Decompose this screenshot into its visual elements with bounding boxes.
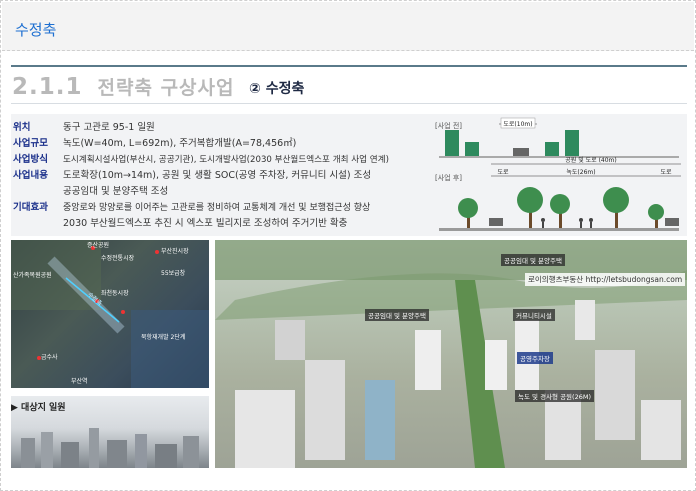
site-map: 증산공원 부산진시장 수정전통시장 55보급창 산가족복원공원 수정축 좌천동시… — [11, 240, 209, 388]
tree — [603, 187, 629, 213]
map-label: 55보급창 — [161, 270, 186, 277]
map-marker — [155, 250, 159, 254]
page-header: 수정축 — [2, 2, 694, 51]
road-before-label: 도로(10m) — [503, 121, 532, 128]
building-before — [445, 130, 459, 156]
car-after — [489, 218, 503, 226]
road-section-diagram: [사업 전] 도로(10m) [사업 후] 공원 및 도로 (40m) 도로 녹… — [431, 114, 687, 236]
city-skyline — [21, 428, 199, 468]
info-value: 동구 고관로 95-1 일원 — [63, 122, 155, 133]
page-title: 수정축 — [15, 21, 57, 39]
map-label: 부산진시장 — [161, 248, 189, 255]
road-right-label: 도로 — [660, 169, 672, 176]
info-value: 도시계획시설사업(부산시, 공공기관), 도시개발사업(2030 부산월드엑스포… — [63, 155, 389, 165]
render-tag: 공공임대 및 분양주택 — [501, 254, 565, 266]
before-label: [사업 전] — [435, 121, 462, 130]
map-marker — [121, 310, 125, 314]
info-label: 사업방식 — [13, 154, 48, 165]
pedestrian — [542, 222, 544, 228]
section-subtitle: ② 수정축 — [249, 81, 305, 97]
info-value: 녹도(W=40m, L=692m), 주거복합개발(A=78,456㎡) — [63, 138, 297, 149]
info-value: 2030 부산월드엑스포 추진 시 엑스포 빌리지로 조성하여 주거기반 확충 — [63, 218, 348, 229]
pedestrian — [590, 222, 592, 228]
content-area: 2.1.1 전략축 구상사업 ② 수정축 위치 동구 고관로 95-1 일원 사업… — [6, 56, 690, 486]
tree — [648, 204, 664, 220]
building-before — [545, 142, 559, 156]
park-road-label: 공원 및 도로 (40m) — [565, 156, 616, 164]
map-label: 증산공원 — [87, 242, 110, 249]
page-frame: 수정축 2.1.1 전략축 구상사업 ② 수정축 위치 동구 고관로 95-1 일… — [0, 0, 696, 491]
info-row-location: 위치 동구 고관로 95-1 일원 — [11, 120, 431, 136]
road-left-label: 도로 — [497, 169, 509, 176]
ground-before — [439, 156, 679, 158]
map-label: 좌천동시장 — [101, 290, 129, 297]
info-label: 사업내용 — [13, 170, 48, 181]
info-row-effect: 기대효과 중앙로와 망양로를 이어주는 고관로를 정비하여 교통체계 개선 및 보… — [11, 200, 431, 216]
info-row-method: 사업방식 도시계획시설사업(부산시, 공공기관), 도시개발사업(2030 부산월… — [11, 152, 431, 168]
info-value: 도로확장(10m→14m), 공원 및 생활 SOC(공영 주차장, 커뮤니티 … — [63, 170, 372, 181]
info-value: 공공임대 및 분양주택 조성 — [63, 186, 169, 197]
info-value: 중앙로와 망양로를 이어주는 고관로를 정비하여 교통체계 개선 및 보행접근성… — [63, 203, 371, 213]
site-photo: ▶ 대상지 일원 — [11, 396, 209, 468]
map-label: 수정전통시장 — [101, 255, 135, 262]
tree — [550, 194, 570, 214]
info-row-effect-2: 2030 부산월드엑스포 추진 시 엑스포 빌리지로 조성하여 주거기반 확충 — [11, 216, 431, 232]
render-tag: 공영주차장 — [517, 352, 553, 364]
tree — [458, 198, 478, 218]
project-info-table: 위치 동구 고관로 95-1 일원 사업규모 녹도(W=40m, L=692m), … — [11, 114, 431, 236]
after-label: [사업 후] — [435, 173, 462, 182]
pedestrian — [580, 222, 582, 228]
render-tag: 공공임대 및 분양주택 — [365, 309, 429, 321]
info-label: 위치 — [13, 122, 31, 133]
map-label: 부산역 — [71, 378, 88, 385]
map-label: 금수사 — [41, 354, 58, 361]
section-name: 전략축 구상사업 — [97, 77, 235, 99]
ground-after — [439, 228, 679, 231]
car-before — [513, 148, 529, 156]
info-row-scale: 사업규모 녹도(W=40m, L=692m), 주거복합개발(A=78,456㎡) — [11, 136, 431, 152]
info-label: 사업규모 — [13, 138, 48, 149]
info-label: 기대효과 — [13, 202, 48, 213]
car-after — [665, 218, 679, 226]
building-before — [565, 130, 579, 156]
glass-tower — [365, 380, 395, 460]
tree — [517, 187, 543, 213]
info-row-content: 사업내용 도로확장(10m→14m), 공원 및 생활 SOC(공영 주차장, 커… — [11, 168, 431, 184]
section-number: 2.1.1 — [12, 74, 83, 100]
info-row-content-2: 공공임대 및 분양주택 조성 — [11, 184, 431, 200]
map-overlay — [11, 240, 209, 388]
section-title: 2.1.1 전략축 구상사업 — [12, 73, 235, 100]
green-road-label: 녹도(26m) — [566, 169, 595, 176]
section-top-rule — [11, 65, 687, 67]
section-underline — [11, 103, 687, 104]
map-label: 산가족복원공원 — [13, 272, 52, 279]
project-rendering: 공공임대 및 분양주택 로이의행츠부동산 http://letsbudongsa… — [215, 240, 687, 468]
render-tag: 녹도 및 경사형 공원(26M) — [515, 390, 594, 402]
render-tag: 커뮤니티시설 — [513, 309, 555, 321]
building-before — [465, 142, 479, 156]
watermark: 로이의행츠부동산 http://letsbudongsan.com — [525, 273, 686, 286]
road-section-svg: [사업 전] 도로(10m) [사업 후] 공원 및 도로 (40m) 도로 녹… — [435, 117, 681, 231]
map-label: 북항재개발 2단계 — [141, 334, 186, 341]
